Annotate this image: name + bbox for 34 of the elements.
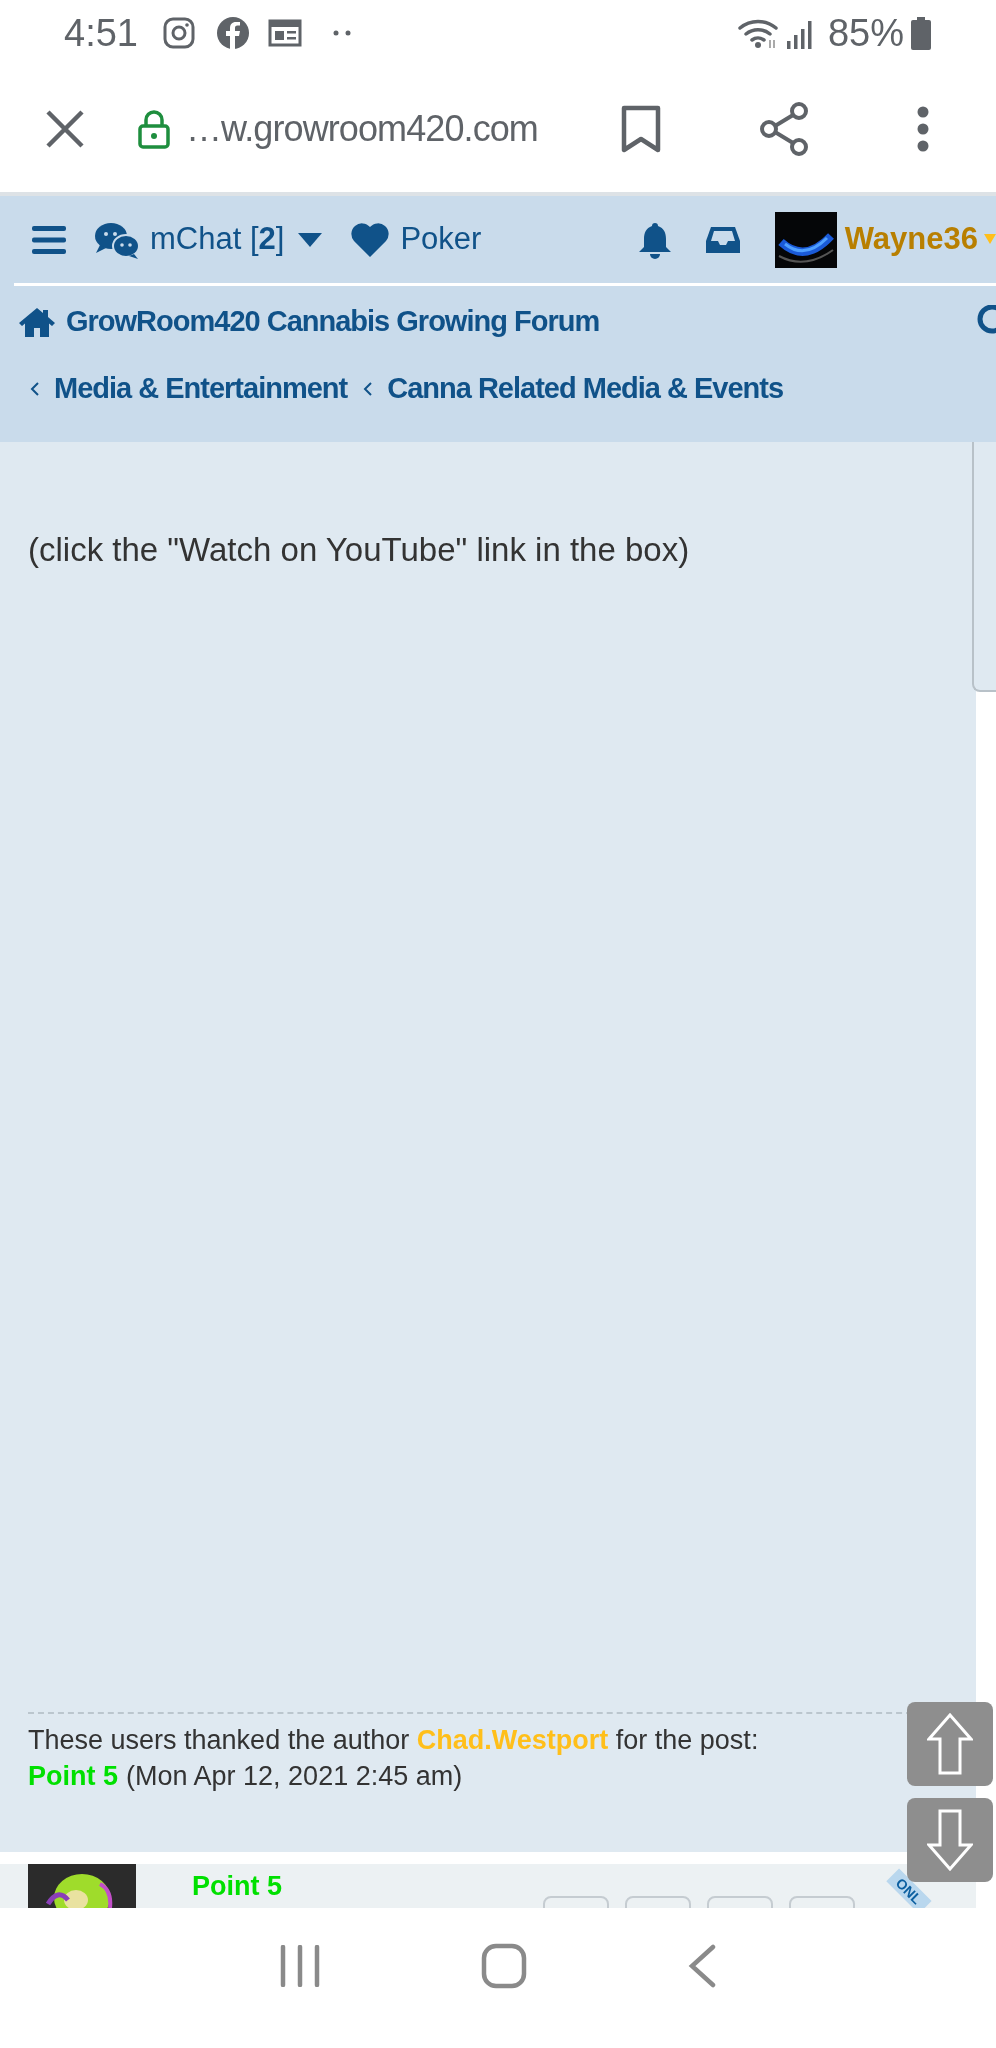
post-text: (click the "Watch on YouTube" link in the box) <box>28 530 691 570</box>
status-time: 4:51 <box>64 10 138 56</box>
home-button-icon[interactable] <box>481 1943 527 1989</box>
url-text[interactable]: …w.growroom420.com <box>186 102 538 156</box>
camera-icon <box>161 16 196 50</box>
heart-icon <box>350 221 391 258</box>
caret-icon[interactable] <box>298 232 323 247</box>
more-notifications-icon <box>331 29 352 37</box>
scroll-up-button[interactable] <box>907 1702 993 1786</box>
menu-icon[interactable] <box>32 225 66 254</box>
home-icon[interactable] <box>18 306 56 338</box>
recent-apps-icon[interactable] <box>279 1945 321 1987</box>
thanks-text: These users thanked the author Chad.Westport for the post: <box>28 1724 760 1757</box>
close-icon[interactable] <box>44 108 86 150</box>
social-icon <box>215 16 250 50</box>
chat-bubbles-icon <box>94 220 140 259</box>
bookmark-icon[interactable] <box>620 104 662 154</box>
forum-home-link[interactable]: GrowRoom420 Cannabis Growing Forum <box>66 300 600 344</box>
poker-link[interactable]: Poker <box>350 216 482 263</box>
thanks-date: (Mon Apr 12, 2021 2:45 am) <box>126 1761 463 1791</box>
inbox-icon[interactable] <box>704 224 741 255</box>
lock-icon <box>138 109 170 149</box>
down-arrow-icon <box>927 1809 973 1871</box>
battery-icon <box>910 16 932 50</box>
up-arrow-icon <box>927 1713 973 1775</box>
chevron-left-icon <box>363 381 374 397</box>
breadcrumb-link[interactable]: Media & Entertainment <box>54 367 348 411</box>
back-icon[interactable] <box>687 1944 717 1988</box>
breadcrumb-link[interactable]: Canna Related Media & Events <box>387 367 784 411</box>
battery-percent: 85% <box>827 10 904 56</box>
chevron-left-icon <box>30 381 40 397</box>
news-icon <box>267 18 302 48</box>
chat-link[interactable]: mChat [2] <box>94 216 285 263</box>
more-options-icon[interactable] <box>916 106 930 152</box>
